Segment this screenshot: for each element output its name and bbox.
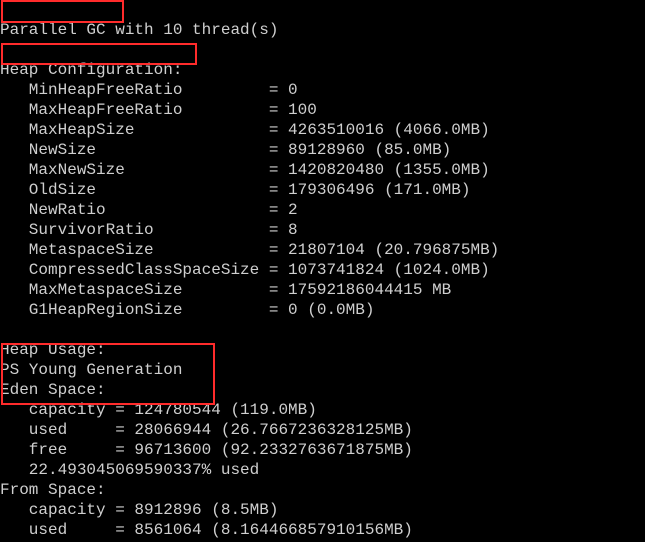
eden-space-header: Eden Space: — [0, 381, 106, 399]
parallel-gc-line: Parallel GC with 10 thread(s) — [0, 21, 278, 39]
from-space-header: From Space: — [0, 481, 106, 499]
heap-config-header: Heap Configuration: — [0, 61, 182, 79]
heap-usage-header: Heap Usage: — [0, 341, 106, 359]
ps-young-gen-header: PS Young Generation — [0, 361, 182, 379]
heap-config-block: MinHeapFreeRatio = 0 MaxHeapFreeRatio = … — [0, 81, 499, 319]
from-space-block: capacity = 8912896 (8.5MB) used = 856106… — [0, 501, 413, 542]
terminal-output: Parallel GC with 10 thread(s) Heap Confi… — [0, 0, 645, 542]
eden-space-block: capacity = 124780544 (119.0MB) used = 28… — [0, 401, 413, 479]
